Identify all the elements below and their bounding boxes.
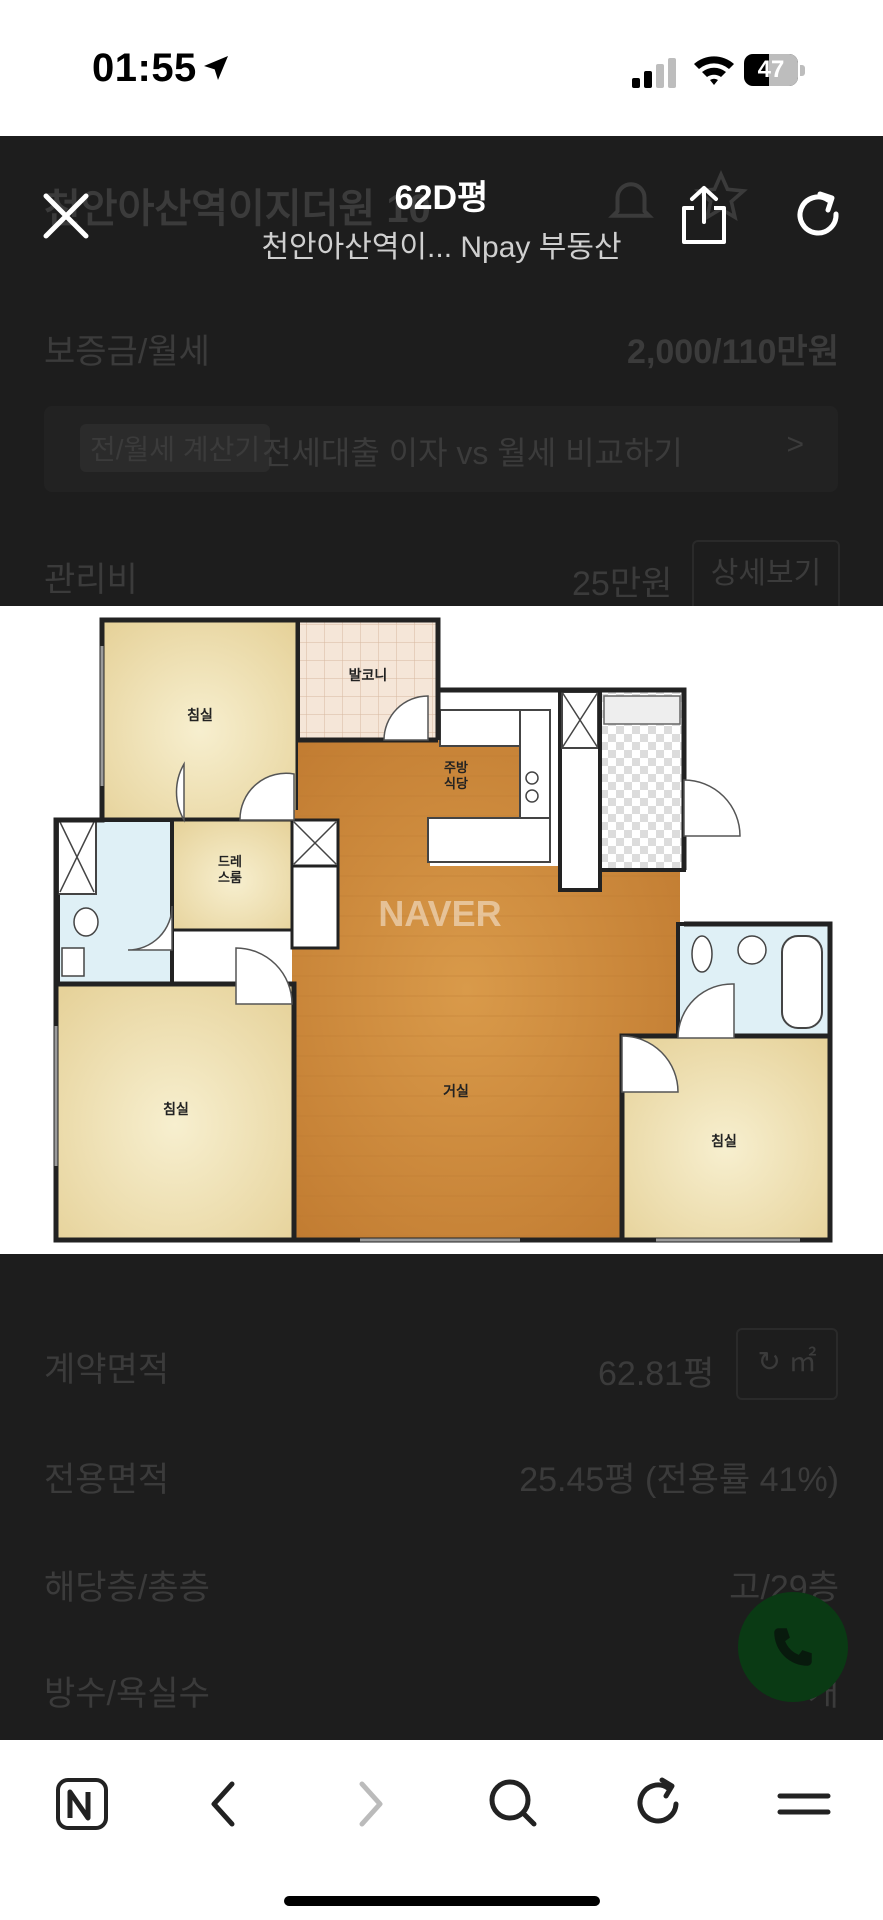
room-label-bedroom-left: 침실: [163, 1102, 189, 1118]
unit-label: ㎡: [788, 1346, 817, 1377]
detail-button: 상세보기: [692, 540, 840, 612]
room-label-living: 거실: [443, 1084, 469, 1100]
rooms-label: 방수/욕실수: [44, 1675, 210, 1713]
chevron-right-icon: >: [786, 428, 804, 461]
calculator-text: 전세대출 이자 vs 월세 비교하기: [262, 435, 683, 471]
phone-icon: [774, 1628, 812, 1666]
menu-icon[interactable]: [764, 1764, 844, 1844]
room-label-kitchen-1: 주방: [444, 760, 468, 776]
rent-calculator-banner: 전/월세 계산기 전세대출 이자 vs 월세 비교하기 >: [44, 406, 838, 492]
call-button: [738, 1592, 848, 1702]
battery-percent: 47: [757, 56, 785, 83]
back-arrow-icon[interactable]: [184, 1764, 264, 1844]
naver-home-icon[interactable]: [54, 1764, 134, 1844]
refresh-icon: ↻: [757, 1346, 781, 1377]
search-icon[interactable]: [474, 1764, 554, 1844]
share-icon[interactable]: [676, 184, 732, 246]
exclusive-area-label: 전용면적: [44, 1461, 170, 1499]
floor-plan-drawing: NAVER 침실 발코니 주방 식당 드레 스룸 침실 거실 침실: [53, 617, 833, 1243]
wifi-icon: [694, 56, 734, 85]
contract-area-value: 62.81평: [598, 1355, 715, 1393]
browser-toolbar: [0, 1740, 883, 1920]
reload-icon[interactable]: [618, 1764, 698, 1844]
management-fee-label: 관리비: [44, 561, 138, 599]
floor-plan-image[interactable]: NAVER 침실 발코니 주방 식당 드레 스룸 침실 거실 침실: [0, 606, 883, 1254]
viewer-subtitle: 천안아산역이... Npay 부동산: [261, 231, 622, 264]
room-label-bedroom-top: 침실: [187, 708, 213, 724]
home-indicator: [284, 1896, 600, 1906]
room-label-balcony: 발코니: [349, 667, 388, 684]
management-fee-value: 25만원: [572, 565, 673, 603]
forward-arrow-icon: [359, 1781, 383, 1827]
room-label-bedroom-right: 침실: [711, 1134, 737, 1150]
contract-area-label: 계약면적: [44, 1351, 170, 1389]
deposit-value: 2,000/110만원: [627, 333, 839, 371]
exclusive-area-value: 25.45평 (전용률 41%): [519, 1461, 839, 1499]
room-label-dressroom-2: 스룸: [218, 870, 242, 886]
room-label-dressroom-1: 드레: [218, 855, 242, 870]
calculator-tag: 전/월세 계산기: [80, 424, 271, 472]
location-arrow-icon: [204, 56, 228, 80]
refresh-icon[interactable]: [790, 188, 846, 244]
battery-icon: 47: [744, 54, 806, 88]
watermark-text: NAVER: [378, 893, 501, 934]
viewer-title: 62D평: [394, 179, 489, 217]
floor-label: 해당층/총층: [44, 1569, 210, 1607]
unit-toggle-button: ↻ ㎡: [736, 1328, 838, 1400]
clock: 01:55: [92, 46, 197, 90]
room-label-kitchen-2: 식당: [444, 776, 468, 792]
cellular-signal-icon: [632, 58, 676, 88]
status-bar: 01:55 47: [0, 0, 883, 136]
deposit-label: 보증금/월세: [44, 333, 210, 371]
